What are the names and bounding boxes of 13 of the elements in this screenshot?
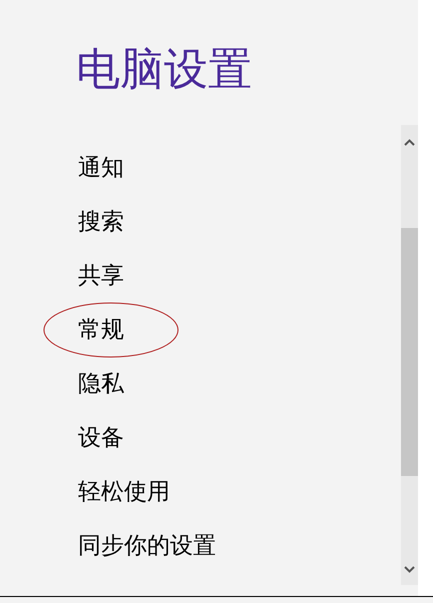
scroll-up-icon[interactable] <box>404 139 415 146</box>
settings-item[interactable]: 共享 <box>78 261 124 291</box>
settings-item[interactable]: 同步你的设置 <box>78 531 216 561</box>
settings-item[interactable]: 设备 <box>78 423 124 453</box>
scroll-down-icon[interactable] <box>404 566 415 573</box>
settings-item[interactable]: 通知 <box>78 153 124 183</box>
scrollbar[interactable] <box>401 125 418 585</box>
page-title: 电脑设置 <box>76 43 252 97</box>
settings-item[interactable]: 搜索 <box>78 207 124 237</box>
settings-item[interactable]: 轻松使用 <box>78 477 170 507</box>
scroll-thumb[interactable] <box>401 228 418 476</box>
settings-item[interactable]: 隐私 <box>78 369 124 399</box>
settings-item[interactable]: 常规 <box>78 315 124 345</box>
